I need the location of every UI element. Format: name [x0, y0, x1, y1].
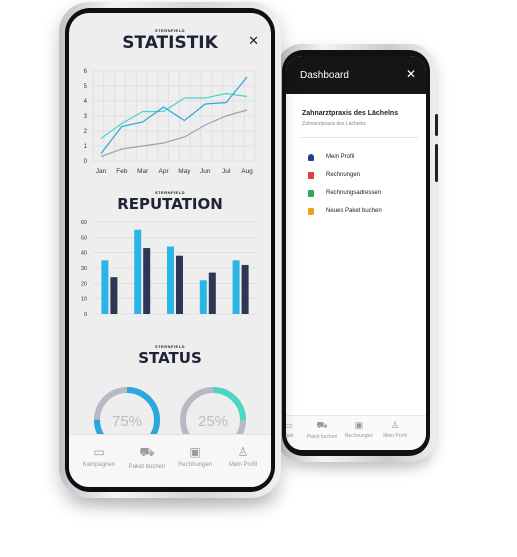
y-tick-label: 10	[81, 297, 87, 303]
bar	[241, 264, 249, 314]
menu-item-neues-paket[interactable]: Neues Paket buchen	[308, 202, 426, 220]
menu-item-mein-profil[interactable]: Mein Profil	[308, 148, 426, 166]
tab-kampagnen[interactable]: ▭ Kampagnen	[73, 445, 125, 468]
cart-icon: ⛟	[139, 445, 155, 459]
chat-icon: ▭	[93, 445, 105, 459]
menu-item-rechnungsadressen[interactable]: Rechnungsadressen	[308, 184, 426, 202]
bag-icon: ▣	[189, 445, 201, 459]
dashboard-screen: Dashboard ✕ Zahnarztpraxis des Lächelns …	[286, 56, 426, 450]
x-tick-label: Aug	[241, 168, 253, 175]
document-icon	[308, 207, 314, 215]
y-tick-label: 0	[84, 312, 87, 318]
back-phone-side-button	[435, 144, 438, 182]
close-icon[interactable]: ✕	[248, 33, 259, 49]
bottom-tabbar: ▭ Kampagnen ⛟ Paket buchen ▣ Rechnungen ♙ Me…	[69, 434, 271, 487]
dashboard-tabbar: ▭agen ⛟Paket buchen ▣Rechnungen ♙Mein Pr…	[286, 415, 426, 450]
bar	[143, 248, 151, 314]
y-tick-label: 30	[81, 266, 87, 272]
x-tick-label: Mar	[137, 168, 149, 175]
series-line	[100, 109, 248, 158]
x-tick-label: Apr	[159, 168, 170, 175]
bar	[101, 260, 109, 314]
menu-item-label: Neues Paket buchen	[326, 208, 382, 214]
tab-rechnungen[interactable]: ▣ Rechnungen	[169, 445, 221, 468]
y-tick-label: 5	[84, 84, 88, 90]
bar	[176, 255, 183, 314]
tab-paket-buchen[interactable]: ⛟ Paket buchen	[121, 445, 173, 470]
cart-icon: ⛟	[316, 420, 328, 430]
reputation-title: REPUTATION	[117, 195, 223, 213]
status-title: STATUS	[138, 349, 202, 367]
bar	[110, 277, 118, 314]
x-tick-label: May	[178, 168, 191, 175]
y-tick-label: 40	[81, 251, 87, 257]
statistik-title: STATISTIK	[122, 33, 218, 53]
y-tick-label: 1	[84, 144, 88, 150]
y-tick-label: 4	[84, 99, 88, 105]
document-icon	[308, 171, 314, 179]
user-icon: ♙	[390, 420, 400, 430]
bar	[232, 260, 240, 314]
bar	[167, 246, 174, 314]
series-line	[100, 76, 248, 154]
y-tick-label: 60	[81, 220, 87, 226]
bar	[208, 272, 216, 314]
menu-item-label: Rechnungsadressen	[326, 190, 382, 196]
document-icon	[308, 189, 314, 197]
back-phone: Dashboard ✕ Zahnarztpraxis des Lächelns …	[276, 44, 438, 462]
user-icon	[308, 153, 314, 161]
statistik-line-chart: 0 1 2 3 4 5 6 Jan Feb Mar Apr May Jun Jul Aug	[84, 69, 256, 175]
reputation-bar-chart: 0 10 20 30 40 50 60	[81, 220, 257, 318]
gauge-label: 25%	[198, 413, 228, 430]
y-tick-label: 20	[81, 281, 87, 287]
x-tick-label: Feb	[116, 168, 128, 175]
back-phone-side-button	[435, 114, 438, 136]
y-tick-label: 3	[84, 114, 88, 120]
company-subtitle: Zahnarztpraxis des Lächelns	[302, 121, 366, 127]
dashboard-header: Dashboard ✕	[286, 56, 426, 94]
company-name: Zahnarztpraxis des Lächelns	[302, 110, 399, 117]
menu-item-label: Rechnungen	[326, 172, 361, 178]
dashboard-title: Dashboard	[300, 70, 349, 81]
statistik-screen: STERNFIELD STATISTIK ✕ 0 1 2 3 4 5 6 Jan Feb Mar A…	[69, 13, 271, 487]
y-tick-label: 0	[84, 159, 88, 165]
y-tick-label: 6	[84, 69, 88, 75]
close-icon[interactable]: ✕	[406, 67, 416, 81]
y-tick-label: 50	[81, 235, 87, 241]
tab-mein-profil[interactable]: ♙ Mein Profil	[217, 445, 269, 468]
x-tick-label: Jul	[222, 168, 231, 175]
x-tick-label: Jan	[96, 168, 107, 175]
tab-rechnungen[interactable]: ▣ Rechnungen	[339, 420, 379, 439]
menu-item-label: Mein Profil	[326, 154, 355, 160]
bar	[134, 229, 142, 314]
menu-item-rechnungen[interactable]: Rechnungen	[308, 166, 426, 184]
bag-icon: ▣	[354, 420, 364, 430]
user-icon: ♙	[237, 445, 249, 459]
tab-paket-buchen[interactable]: ⛟ Paket buchen	[302, 420, 342, 440]
bar	[199, 280, 207, 314]
front-phone: STERNFIELD STATISTIK ✕ 0 1 2 3 4 5 6 Jan Feb Mar A…	[59, 2, 281, 498]
divider	[300, 137, 418, 138]
gauge-label: 75%	[112, 413, 142, 430]
y-tick-label: 2	[84, 129, 88, 135]
tab-mein-profil[interactable]: ♙ Mein Profil	[375, 420, 415, 439]
x-tick-label: Jun	[200, 168, 211, 175]
